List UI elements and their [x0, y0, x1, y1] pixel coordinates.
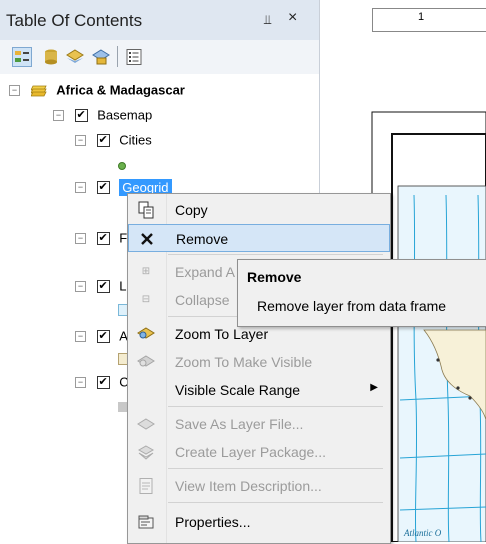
tree-row-basemap[interactable]: − ✔ Basemap	[53, 105, 152, 125]
tree-row-layer-c[interactable]: − ✔ C	[75, 372, 129, 392]
geogrid-checkbox[interactable]: ✔	[96, 181, 110, 195]
dataframe-label: Africa & Madagascar	[56, 82, 185, 98]
menu-item-label: Remove	[176, 231, 229, 247]
basemap-label: Basemap	[97, 107, 153, 123]
copy-icon	[138, 201, 154, 219]
tree-row-layer-l[interactable]: − ✔ L	[75, 276, 126, 296]
menu-item-create-package[interactable]: Create Layer Package...	[128, 438, 390, 466]
ruler-label: 1	[418, 11, 425, 23]
menu-item-copy[interactable]: Copy	[128, 196, 390, 224]
layer-c-symbol	[118, 402, 127, 412]
menu-item-label: Visible Scale Range	[175, 382, 301, 398]
submenu-arrow-icon: ▶	[370, 382, 378, 393]
layer-l-checkbox[interactable]: ✔	[96, 280, 110, 294]
tree-row-dataframe[interactable]: − Africa & Madagascar	[9, 80, 185, 100]
pin-icon[interactable]: ⫫	[264, 12, 271, 28]
layer-l-label: L	[119, 278, 127, 294]
menu-item-label: View Item Description...	[175, 478, 322, 494]
menu-item-label: Save As Layer File...	[175, 416, 304, 432]
zoom-visible-icon	[137, 355, 155, 367]
collapse-toggle[interactable]: −	[75, 135, 86, 147]
collapse-icon: ⊟	[141, 294, 151, 305]
collapse-toggle[interactable]: −	[75, 281, 86, 293]
menu-item-properties[interactable]: Properties...	[128, 508, 390, 536]
layer-c-checkbox[interactable]: ✔	[96, 376, 110, 390]
map-ocean-label: Atlantic O	[403, 528, 442, 538]
expand-icon: ⊞	[141, 266, 151, 277]
menu-item-visible-scale-range[interactable]: Visible Scale Range ▶	[128, 376, 390, 404]
save-layer-icon	[137, 418, 155, 430]
item-description-icon	[139, 478, 153, 494]
toolbar-separator	[117, 46, 118, 67]
collapse-toggle[interactable]: −	[75, 331, 86, 343]
menu-item-label: Properties...	[175, 514, 251, 530]
menu-separator	[168, 502, 383, 503]
list-by-source-icon[interactable]	[41, 47, 61, 67]
zoom-to-layer-icon	[137, 327, 155, 339]
menu-item-label: Expand A	[175, 264, 235, 280]
list-by-selection-icon[interactable]	[91, 47, 111, 67]
menu-item-label: Create Layer Package...	[175, 444, 326, 460]
horizontal-ruler	[372, 8, 486, 32]
options-icon[interactable]	[124, 47, 144, 67]
list-by-visibility-icon[interactable]	[65, 47, 85, 67]
menu-item-save-layer[interactable]: Save As Layer File...	[128, 410, 390, 438]
menu-item-zoom-visible[interactable]: Zoom To Make Visible	[128, 348, 390, 376]
properties-icon	[138, 515, 154, 529]
collapse-toggle[interactable]: −	[9, 85, 20, 97]
list-by-drawing-order-icon[interactable]	[12, 47, 32, 67]
menu-item-label: Copy	[175, 202, 208, 218]
close-icon[interactable]: ×	[288, 9, 297, 27]
menu-item-label: Collapse	[175, 292, 230, 308]
remove-tooltip: Remove Remove layer from data frame	[237, 259, 486, 327]
toc-header: Table Of Contents ⫫ ×	[0, 0, 319, 41]
city-symbol	[118, 162, 126, 170]
menu-item-view-description[interactable]: View Item Description...	[128, 472, 390, 500]
tooltip-title: Remove	[247, 269, 302, 285]
toc-title: Table Of Contents	[6, 11, 143, 30]
layer-f-label: F	[119, 230, 128, 246]
cities-checkbox[interactable]: ✔	[96, 134, 110, 148]
menu-separator	[168, 406, 383, 407]
basemap-checkbox[interactable]: ✔	[74, 109, 88, 123]
collapse-toggle[interactable]: −	[75, 233, 86, 245]
tree-row-cities[interactable]: − ✔ Cities	[75, 130, 152, 150]
layer-a-checkbox[interactable]: ✔	[96, 330, 110, 344]
menu-separator	[168, 468, 383, 469]
menu-item-remove[interactable]: Remove	[128, 224, 390, 252]
layer-package-icon	[137, 445, 155, 460]
remove-icon	[141, 233, 153, 245]
menu-item-label: Zoom To Make Visible	[175, 354, 313, 370]
menu-item-label: Zoom To Layer	[175, 326, 269, 342]
layer-context-menu: Copy Remove ⊞ Expand A ⊟ Collapse Zoom T…	[127, 193, 391, 544]
collapse-toggle[interactable]: −	[75, 377, 86, 389]
data-frame-icon	[30, 85, 47, 96]
tree-row-layer-a[interactable]: − ✔ A	[75, 326, 128, 346]
menu-separator	[168, 254, 383, 255]
collapse-toggle[interactable]: −	[53, 110, 64, 122]
cities-label: Cities	[119, 132, 152, 148]
tree-row-layer-f[interactable]: − ✔ F	[75, 228, 127, 248]
layer-f-checkbox[interactable]: ✔	[96, 232, 110, 246]
tooltip-body: Remove layer from data frame	[257, 298, 447, 314]
collapse-toggle[interactable]: −	[75, 182, 86, 194]
